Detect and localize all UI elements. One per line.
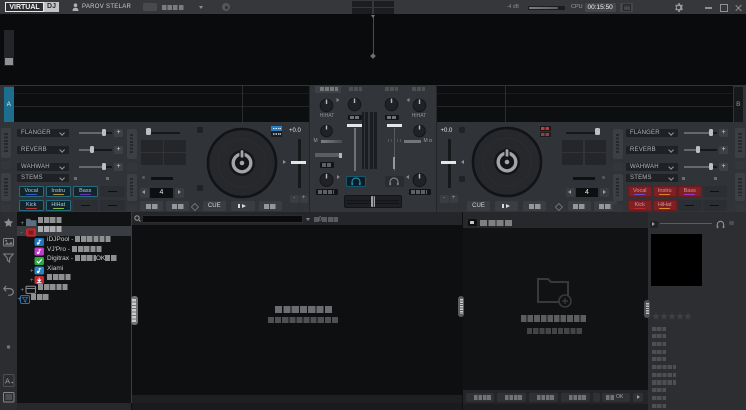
svg-text:+: + [30, 269, 34, 275]
svg-text:+: + [30, 278, 34, 284]
svg-text:A: A [5, 377, 10, 386]
svg-text:-: - [21, 231, 23, 237]
svg-text:+: + [21, 288, 25, 294]
svg-text:+: + [21, 221, 25, 227]
